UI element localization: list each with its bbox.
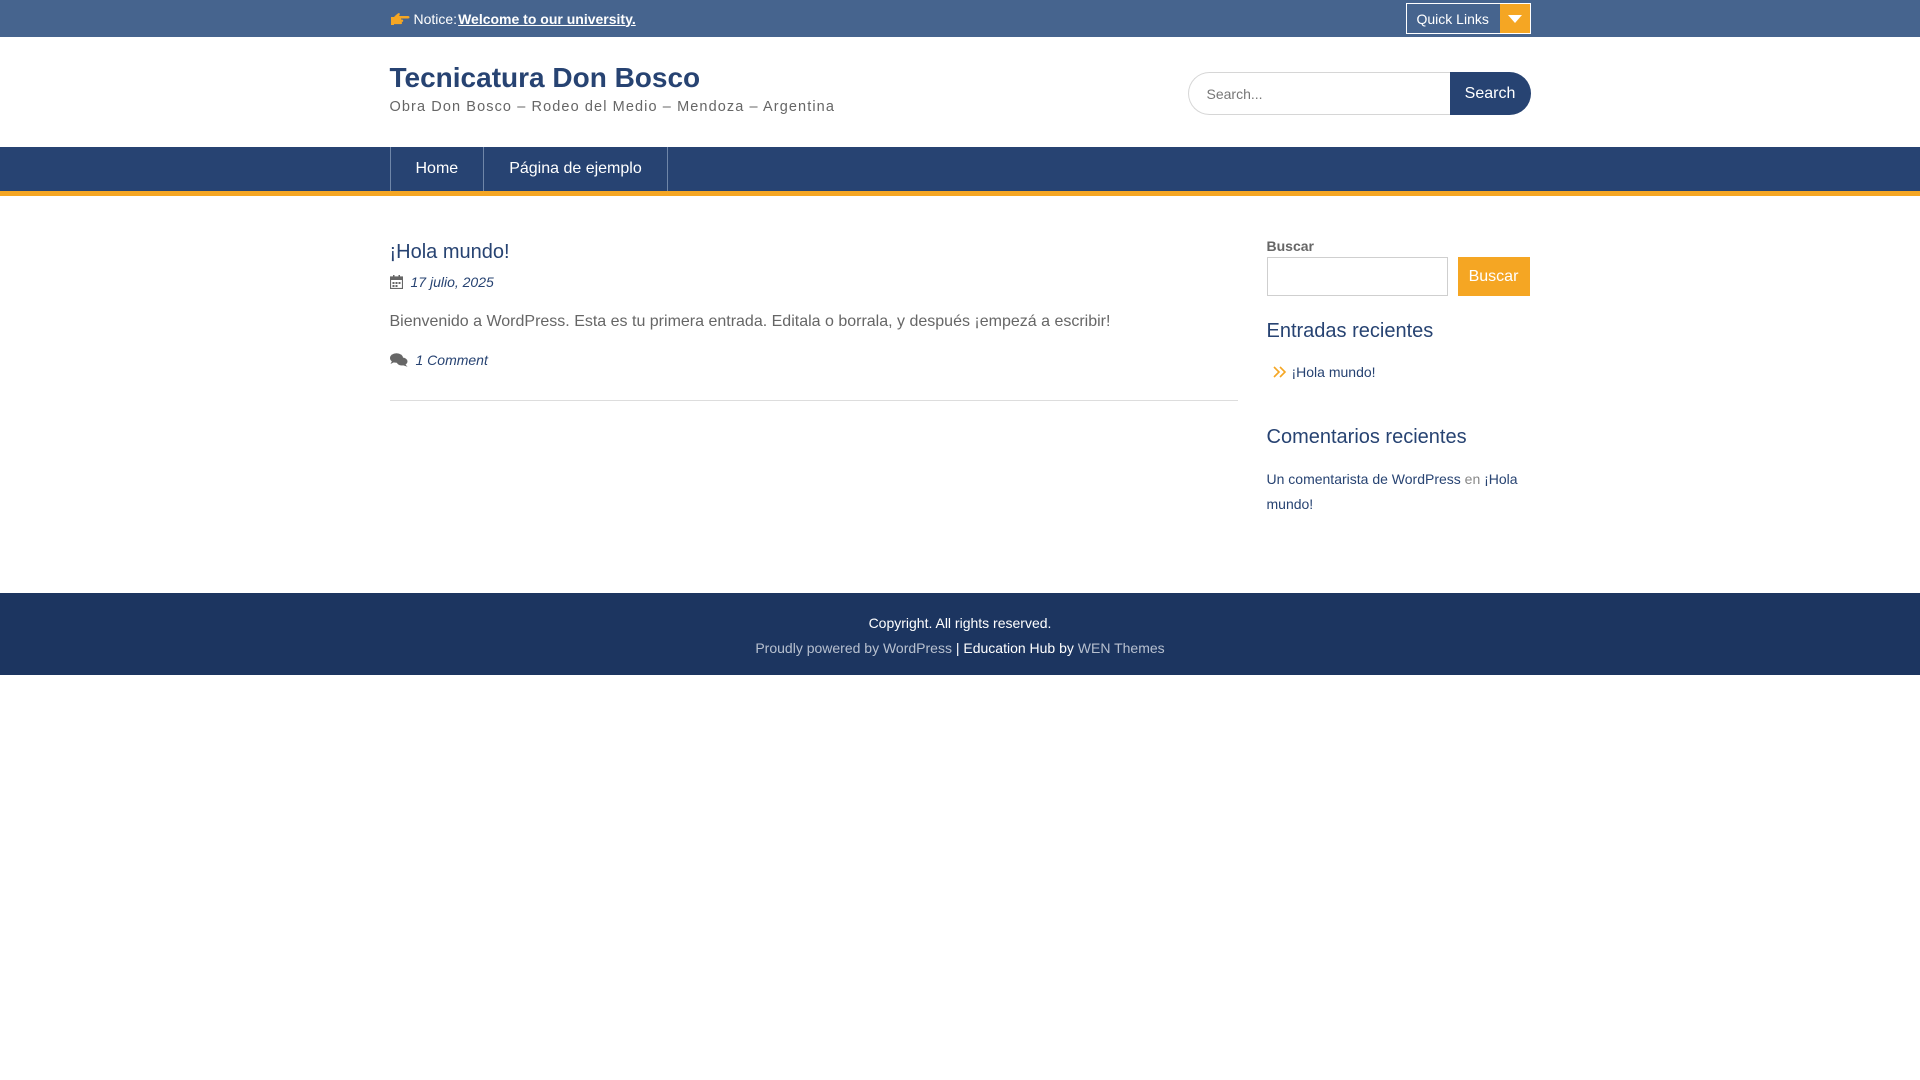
notice-label: Notice: xyxy=(413,10,458,27)
header-search-form: Search... Search xyxy=(1187,72,1531,115)
top-bar: Notice: Welcome to our university. Quick… xyxy=(0,0,1920,37)
recent-post-item: ¡Hola mundo! xyxy=(1272,364,1376,380)
sidebar-search-label: Buscar xyxy=(1266,238,1314,254)
site-footer: Copyright. All rights reserved. Proudly … xyxy=(0,593,1920,675)
nav-item-sample-page[interactable]: Página de ejemplo xyxy=(483,147,668,191)
comment-author-link[interactable]: Un comentarista de WordPress xyxy=(1267,471,1461,487)
header-search-input[interactable]: Search... xyxy=(1187,72,1450,115)
post-title[interactable]: ¡Hola mundo! xyxy=(390,241,510,264)
site-header: Tecnicatura Don Bosco Obra Don Bosco – R… xyxy=(0,37,1920,147)
footer-copyright: Copyright. All rights reserved. xyxy=(868,615,1052,631)
post-meta-date: 17 julio, 2025 xyxy=(389,274,494,290)
post-comments-link[interactable]: 1 Comment xyxy=(416,352,488,368)
header-search-button[interactable]: Search xyxy=(1449,72,1531,115)
notice: Notice: Welcome to our university. xyxy=(390,11,636,27)
post-date-link[interactable]: 17 julio, 2025 xyxy=(411,274,494,290)
quick-links-dropdown[interactable]: Quick Links xyxy=(1405,3,1531,34)
comments-icon xyxy=(389,353,408,367)
post-divider xyxy=(389,400,1238,401)
double-chevron-right-icon xyxy=(1272,366,1287,378)
nav-item-home[interactable]: Home xyxy=(389,147,484,191)
main-navigation: Home Página de ejemplo xyxy=(0,147,1920,196)
footer-credits: Proudly powered by WordPress | Education… xyxy=(0,640,1920,656)
footer-wordpress-link[interactable]: Proudly powered by WordPress xyxy=(755,640,952,656)
quick-links-label: Quick Links xyxy=(1416,10,1489,27)
calendar-icon xyxy=(389,275,403,289)
caret-down-icon[interactable] xyxy=(1499,4,1530,33)
footer-separator: | Education Hub by xyxy=(955,640,1074,656)
notice-link[interactable]: Welcome to our university. xyxy=(458,11,636,27)
comment-connector: en xyxy=(1464,471,1481,487)
sidebar-search-button[interactable]: Buscar xyxy=(1457,257,1530,296)
site-title[interactable]: Tecnicatura Don Bosco xyxy=(390,62,701,94)
post-meta-comments: 1 Comment xyxy=(389,352,488,368)
site-description: Obra Don Bosco – Rodeo del Medio – Mendo… xyxy=(389,99,836,115)
footer-theme-author-link[interactable]: WEN Themes xyxy=(1078,640,1165,656)
recent-posts-title: Entradas recientes xyxy=(1266,320,1434,342)
recent-post-link[interactable]: ¡Hola mundo! xyxy=(1292,364,1376,380)
sidebar-search-input[interactable] xyxy=(1266,257,1448,296)
recent-comments-title: Comentarios recientes xyxy=(1266,426,1467,448)
hand-point-right-icon xyxy=(390,12,410,26)
content-area: ¡Hola mundo! 17 julio, 2025 Bienvenido a… xyxy=(0,196,1920,593)
post-excerpt: Bienvenido a WordPress. Esta es tu prime… xyxy=(389,313,1111,330)
recent-comment-item: Un comentarista de WordPress en ¡Hola mu… xyxy=(1267,467,1531,517)
